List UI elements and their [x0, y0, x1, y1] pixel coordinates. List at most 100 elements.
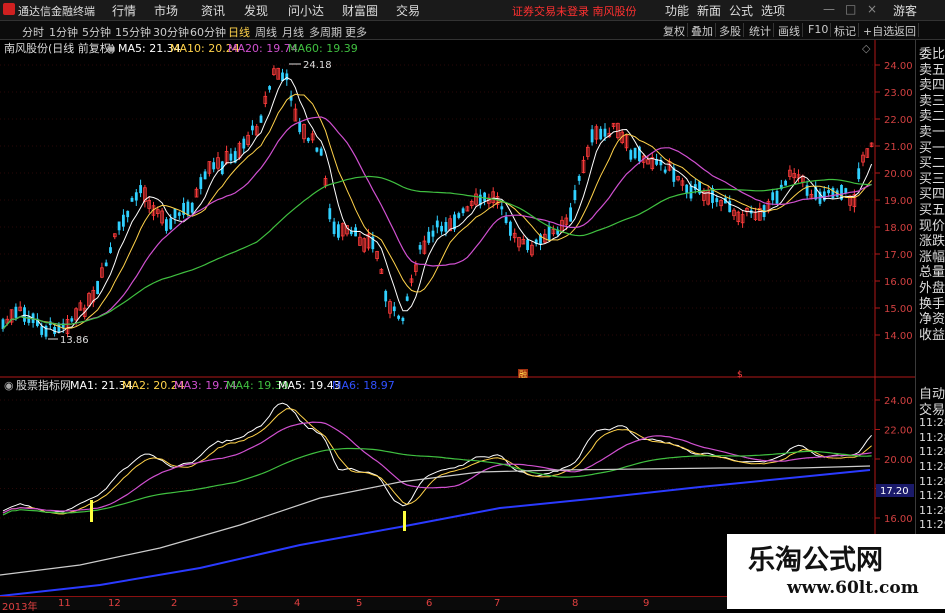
indicator-toggle-icon[interactable]: ◉ — [4, 379, 14, 392]
candle-29 — [126, 210, 130, 218]
candle-166 — [715, 198, 719, 203]
x-label-nov: 11 — [58, 598, 71, 609]
candle-41 — [177, 212, 181, 216]
back-button[interactable]: 返回 — [892, 23, 919, 38]
menu-function[interactable]: 功能 — [665, 2, 689, 19]
candle-103 — [444, 222, 448, 232]
menu-bar: 通达信金融终端 行情 市场 资讯 发现 问小达 财富圈 交易 证券交易未登录 南… — [0, 0, 945, 21]
x-label-jun: 6 — [426, 598, 433, 609]
period-week[interactable]: 周线 — [255, 24, 277, 40]
x-label-feb: 2 — [171, 598, 178, 609]
kline-chart[interactable]: 24.00 23.00 22.00 21.00 20.00 19.00 18.00 17.00… — [0, 40, 915, 609]
window-minimize-icon[interactable]: — — [823, 2, 835, 16]
period-5min[interactable]: 5分钟 — [82, 24, 111, 40]
period-60min[interactable]: 60分钟 — [190, 24, 226, 40]
candle-13 — [57, 323, 61, 333]
candle-69 — [298, 121, 302, 133]
main-title: 南风股份(日线 前复权) — [4, 41, 115, 55]
menu-discover[interactable]: 发现 — [244, 2, 268, 19]
guest-label[interactable]: 游客 — [893, 2, 917, 19]
side-lower-4: 11:28 — [919, 445, 945, 459]
period-day[interactable]: 日线 — [228, 24, 250, 40]
period-15min[interactable]: 15分钟 — [115, 24, 151, 40]
side-lower-6: 11:28 — [919, 474, 945, 488]
menu-trade[interactable]: 交易 — [396, 2, 420, 19]
main-pane: 24.00 23.00 22.00 21.00 20.00 19.00 18.00 17.00… — [0, 40, 915, 609]
period-minute[interactable]: 分时 — [22, 24, 44, 40]
candle-22 — [96, 281, 99, 294]
period-multi[interactable]: 多周期 — [309, 24, 342, 40]
x-label-year: 2013年 — [2, 602, 38, 613]
window-close-icon[interactable]: × — [867, 2, 877, 16]
candle-199 — [857, 168, 861, 180]
f10-button[interactable]: F10 — [806, 23, 832, 37]
candle-89 — [384, 290, 388, 302]
menu-new[interactable]: 新面 — [697, 2, 721, 19]
candle-116 — [500, 206, 504, 210]
app-name: 通达信金融终端 — [18, 5, 95, 18]
candle-192 — [827, 190, 830, 194]
pane-collapse-icon[interactable]: ◇ — [862, 42, 871, 55]
candle-146 — [629, 150, 633, 160]
low-price-label: 13.86 — [60, 335, 89, 346]
side-lower-5: 11:28 — [919, 460, 945, 473]
candle-24 — [104, 262, 108, 267]
main-ytick-8: 16.00 — [884, 277, 913, 288]
draw-button[interactable]: 画线 — [776, 23, 803, 38]
side-lower-9: 11:29 — [919, 518, 945, 532]
candle-92 — [397, 315, 400, 319]
mark-button[interactable]: 标记 — [832, 23, 859, 38]
candle-179 — [771, 192, 775, 201]
period-30min[interactable]: 30分钟 — [153, 24, 189, 40]
indicator-current-value: 17.20 — [880, 486, 909, 497]
period-more[interactable]: 更多 — [345, 24, 367, 40]
dividend-marker[interactable]: $ — [737, 370, 743, 380]
side-label-18: 收益 — [919, 327, 945, 343]
menu-news[interactable]: 资讯 — [201, 2, 225, 19]
main-legend-toggle-icon[interactable]: ◉ — [106, 42, 116, 55]
window-maximize-icon[interactable]: □ — [845, 2, 856, 16]
main-ytick-4: 20.00 — [884, 169, 913, 180]
menu-options[interactable]: 选项 — [761, 2, 785, 19]
candle-30 — [130, 197, 134, 202]
overlay-button[interactable]: 叠加 — [689, 23, 716, 38]
candle-102 — [440, 225, 443, 232]
x-label-apr: 4 — [294, 598, 301, 609]
candle-134 — [577, 175, 581, 181]
candle-46 — [199, 177, 203, 190]
signal-marker-1 — [90, 500, 93, 522]
menu-wealth[interactable]: 财富圈 — [342, 2, 378, 19]
menu-quotes[interactable]: 行情 — [112, 2, 136, 19]
candle-182 — [784, 180, 787, 186]
login-notice[interactable]: 证券交易未登录 南风股份 — [512, 3, 637, 19]
candle-53 — [229, 153, 233, 161]
candle-193 — [831, 188, 835, 199]
candle-5 — [23, 307, 26, 322]
candle-99 — [427, 231, 431, 243]
stats-button[interactable]: 统计 — [747, 23, 774, 38]
ind-ma1-line — [2, 402, 872, 513]
watermark-title: 乐淘公式网 — [748, 545, 883, 576]
multi-stock-button[interactable]: 多股 — [717, 23, 744, 38]
candle-139 — [599, 128, 603, 140]
time-axis: 2013年 11 12 2 3 4 5 6 7 8 9 — [0, 596, 727, 613]
ind-ytick-1: 22.00 — [884, 426, 913, 437]
menu-ask[interactable]: 问小达 — [288, 2, 324, 19]
adjust-button[interactable]: 复权 — [661, 23, 688, 38]
menu-market[interactable]: 市场 — [154, 2, 178, 19]
menu-formula[interactable]: 公式 — [729, 2, 753, 19]
candle-112 — [483, 192, 486, 202]
ind-ma6-label: MA6: 18.97 — [332, 379, 395, 392]
margin-marker[interactable]: 融 — [519, 369, 527, 379]
candle-66 — [285, 73, 289, 81]
period-month[interactable]: 月线 — [282, 24, 304, 40]
candle-77 — [332, 221, 336, 234]
high-price-label: 24.18 — [303, 60, 332, 71]
period-toolbar: 分时 1分钟 5分钟 15分钟 30分钟 60分钟 日线 周线 月线 多周期 更… — [0, 21, 945, 40]
candle-93 — [401, 317, 405, 322]
period-1min[interactable]: 1分钟 — [49, 24, 78, 40]
candle-74 — [319, 148, 323, 156]
ma5-line — [2, 77, 873, 334]
main-ytick-10: 14.00 — [884, 331, 913, 342]
app-logo-icon — [3, 3, 15, 15]
